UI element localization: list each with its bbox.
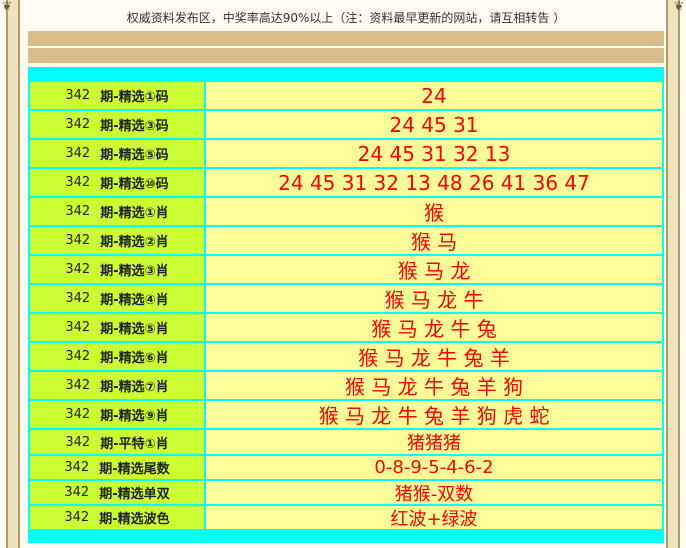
corner-ornament-left: ❦ [2, 0, 13, 13]
table-row: 342 期-精选波色 红波+绿波 [30, 506, 662, 530]
issue-number: 342 [65, 262, 91, 277]
header-bar-1 [28, 31, 664, 46]
category-name: 期-精选①肖 [100, 206, 169, 221]
category-name: 期-精选③肖 [100, 264, 169, 279]
issue-number: 342 [64, 485, 90, 500]
row-label: 342 期-精选①码 [30, 82, 204, 109]
issue-number: 342 [65, 291, 91, 306]
prediction-value: 24 45 31 32 13 [206, 140, 662, 167]
main-content: 权威资料发布区，中奖率高达90%以上（注：资料最早更新的网站，请互相转告 ） 3… [28, 0, 664, 543]
prediction-value: 猴 马 龙 牛 [206, 285, 662, 312]
prediction-value: 24 45 31 [206, 111, 662, 138]
row-label: 342 期-精选③码 [30, 111, 204, 138]
prediction-value: 猴 马 龙 牛 兔 羊 [206, 343, 662, 370]
issue-number: 342 [65, 434, 91, 450]
issue-number: 342 [64, 460, 90, 475]
category-name: 期-精选③码 [100, 119, 169, 134]
prediction-value: 红波+绿波 [206, 506, 662, 530]
row-label: 342 期-精选⑤码 [30, 140, 204, 167]
row-label: 342 期-精选单双 [30, 481, 204, 504]
page-frame-left [6, 0, 20, 548]
table-row: 342 期-精选尾数 0-8-9-5-4-6-2 [30, 456, 662, 479]
category-name: 期-精选⑤码 [100, 148, 169, 163]
prediction-value: 24 45 31 32 13 48 26 41 36 47 [206, 169, 662, 196]
table-row: 342 期-平特①肖 猪猪猪 [30, 430, 662, 454]
prediction-value: 猴 马 [206, 227, 662, 254]
issue-number: 342 [65, 146, 91, 161]
category-name: 期-精选波色 [99, 512, 170, 527]
row-label: 342 期-精选⑥肖 [30, 343, 204, 370]
issue-number: 342 [64, 510, 90, 525]
row-label: 342 期-精选尾数 [30, 456, 204, 479]
table-row: 342 期-精选⑨肖 猴 马 龙 牛 兔 羊 狗 虎 蛇 [30, 401, 662, 428]
table-row: 342 期-精选②肖 猴 马 [30, 227, 662, 254]
row-label: 342 期-精选②肖 [30, 227, 204, 254]
row-label: 342 期-精选波色 [30, 506, 204, 529]
prediction-value: 猴 [206, 198, 662, 225]
prediction-value: 24 [206, 82, 662, 109]
category-name: 期-精选⑦肖 [100, 380, 169, 395]
category-name: 期-精选尾数 [99, 462, 170, 477]
table-row: 342 期-精选单双 猪猴-双数 [30, 481, 662, 505]
row-label: 342 期-精选③肖 [30, 256, 204, 283]
prediction-value: 猴 马 龙 牛 兔 [206, 314, 662, 341]
prediction-value: 猴 马 龙 牛 兔 羊 狗 虎 蛇 [206, 401, 662, 428]
corner-ornament-right: ❦ [673, 0, 684, 13]
table-row: 342 期-精选①码 24 [30, 82, 662, 109]
category-name: 期-精选⑩码 [100, 177, 169, 192]
row-label: 342 期-精选⑦肖 [30, 372, 204, 399]
table-row: 342 期-精选⑦肖 猴 马 龙 牛 兔 羊 狗 [30, 372, 662, 399]
page-frame-right [666, 0, 680, 548]
issue-number: 342 [65, 204, 91, 219]
category-name: 期-精选⑥肖 [100, 351, 169, 366]
notice-text: 权威资料发布区，中奖率高达90%以上（注：资料最早更新的网站，请互相转告 ） [126, 11, 566, 25]
prediction-value: 猴 马 龙 [206, 256, 662, 283]
category-name: 期-精选②肖 [100, 235, 169, 250]
prediction-value: 猪猴-双数 [206, 481, 662, 505]
issue-number: 342 [65, 349, 91, 364]
table-row: 342 期-精选④肖 猴 马 龙 牛 [30, 285, 662, 312]
issue-number: 342 [65, 117, 91, 132]
row-label: 342 期-精选①肖 [30, 198, 204, 225]
row-label: 342 期-精选⑩码 [30, 169, 204, 196]
prediction-value: 0-8-9-5-4-6-2 [206, 456, 662, 479]
issue-number: 342 [65, 175, 91, 190]
issue-number: 342 [65, 233, 91, 248]
table-row: 342 期-精选⑤码 24 45 31 32 13 [30, 140, 662, 167]
category-name: 期-精选⑤肖 [100, 322, 169, 337]
prediction-value: 猪猪猪 [206, 430, 662, 454]
table-row: 342 期-精选⑤肖 猴 马 龙 牛 兔 [30, 314, 662, 341]
category-name: 期-平特①肖 [100, 436, 169, 452]
row-label: 342 期-平特①肖 [30, 430, 204, 454]
category-name: 期-精选单双 [99, 487, 170, 502]
row-label: 342 期-精选④肖 [30, 285, 204, 312]
prediction-table: 342 期-精选①码 24 342 期-精选③码 24 45 31 342 期-精选⑤码 24 … [28, 80, 664, 530]
issue-number: 342 [65, 378, 91, 393]
table-row: 342 期-精选⑥肖 猴 马 龙 牛 兔 羊 [30, 343, 662, 370]
category-name: 期-精选④肖 [100, 293, 169, 308]
category-name: 期-精选①码 [100, 90, 169, 105]
prediction-value: 猴 马 龙 牛 兔 羊 狗 [206, 372, 662, 399]
issue-number: 342 [65, 88, 91, 103]
category-name: 期-精选⑨肖 [100, 409, 169, 424]
header-bar-2 [28, 48, 664, 63]
table-row: 342 期-精选①肖 猴 [30, 198, 662, 225]
table-row: 342 期-精选③肖 猴 马 龙 [30, 256, 662, 283]
row-label: 342 期-精选⑤肖 [30, 314, 204, 341]
table-row: 342 期-精选③码 24 45 31 [30, 111, 662, 138]
table-top-bar [28, 67, 664, 80]
issue-number: 342 [65, 407, 91, 422]
table-bottom-bar [28, 529, 664, 543]
issue-number: 342 [65, 320, 91, 335]
table-row: 342 期-精选⑩码 24 45 31 32 13 48 26 41 36 47 [30, 169, 662, 196]
row-label: 342 期-精选⑨肖 [30, 401, 204, 428]
